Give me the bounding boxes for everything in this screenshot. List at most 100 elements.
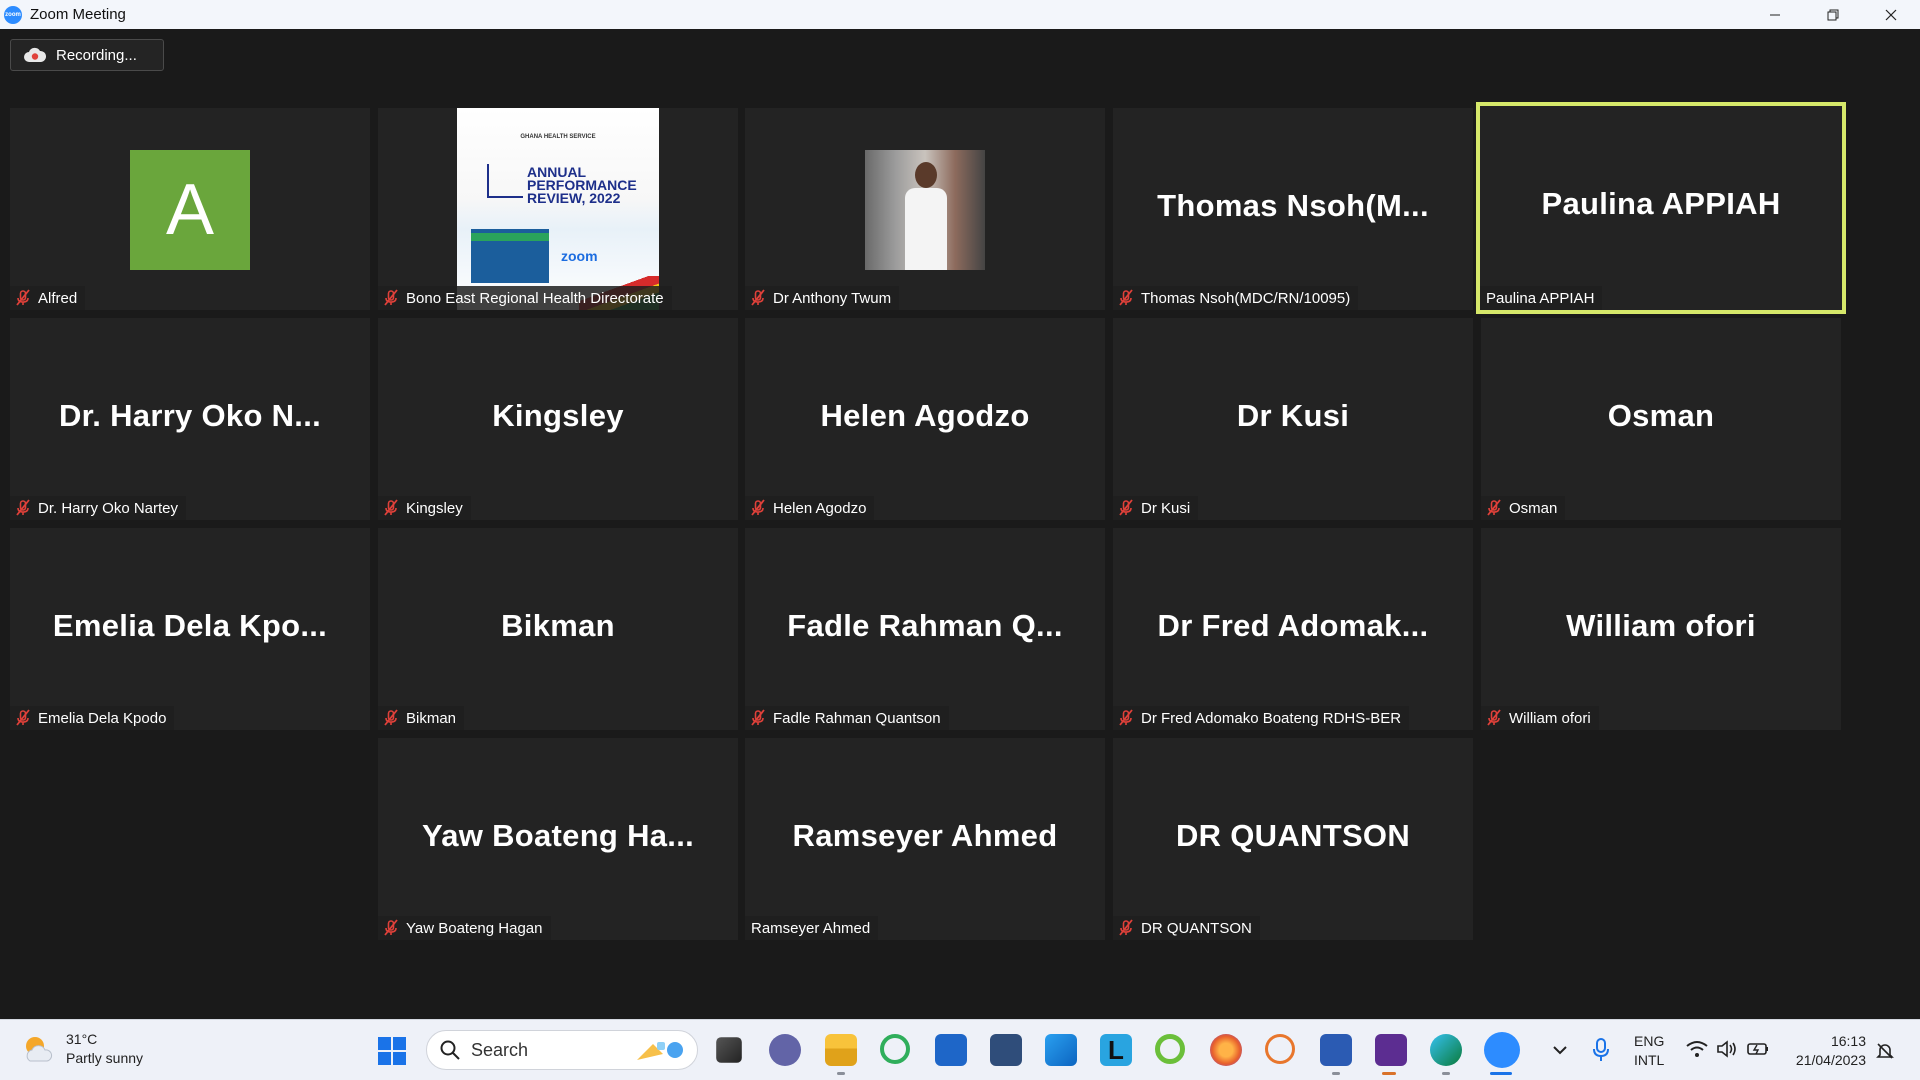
muted-mic-icon [384,289,398,306]
weather-text: 31°C Partly sunny [66,1030,143,1068]
participant-name-label: Ramseyer Ahmed [745,916,879,940]
participant-name: Bikman [406,709,457,727]
participant-name-label: Yaw Boateng Hagan [378,916,551,940]
participant-tile[interactable]: Osman Osman [1481,318,1841,520]
participant-display-name: Yaw Boateng Ha... [421,818,695,853]
notification-bell-icon[interactable] [1876,1042,1894,1060]
participant-tile[interactable]: Dr Anthony Twum [745,108,1105,310]
participant-display-name: DR QUANTSON [1175,818,1411,853]
visual-studio-icon[interactable] [1375,1034,1407,1066]
blender-icon[interactable] [1265,1034,1295,1064]
participant-tile-active-speaker[interactable]: Paulina APPIAH Paulina APPIAH [1476,102,1846,314]
app-running-indicator [1382,1072,1396,1075]
participant-name-label: Kingsley [378,496,471,520]
muted-mic-icon [751,709,765,726]
word-icon[interactable] [1320,1034,1352,1066]
participant-tile[interactable]: Ramseyer Ahmed Ramseyer Ahmed [745,738,1105,940]
taskbar: 31°C Partly sunny Search L ENG INTL 16:1… [0,1019,1920,1080]
person-graphic [905,162,947,270]
muted-mic-icon [1487,499,1501,516]
participant-display-name: Paulina APPIAH [1541,186,1781,221]
participant-tile[interactable]: Dr. Harry Oko N... Dr. Harry Oko Nartey [10,318,370,520]
task-view-icon[interactable] [716,1037,742,1063]
minimize-button[interactable] [1746,0,1804,29]
poster-org: GHANA HEALTH SERVICE [520,134,596,140]
file-explorer-icon[interactable] [825,1034,857,1066]
cloud-recording-icon [24,47,47,63]
participant-display-name: Thomas Nsoh(M... [1157,188,1429,223]
participant-tile[interactable]: DR QUANTSON DR QUANTSON [1113,738,1473,940]
participant-tile[interactable]: A Alfred [10,108,370,310]
weather-desc: Partly sunny [66,1050,144,1066]
mysql-workbench-icon[interactable] [990,1034,1022,1066]
poster-zoom-logo: zoom [561,248,598,264]
participant-display-name: Dr. Harry Oko N... [58,398,322,433]
partly-sunny-icon [20,1031,56,1067]
participant-tile[interactable]: Thomas Nsoh(M... Thomas Nsoh(MDC/RN/1009… [1113,108,1473,310]
recording-label: Recording... [56,46,137,64]
poster-heading: ANNUAL PERFORMANCE REVIEW, 2022 [527,165,637,205]
participant-tile[interactable]: GHANA HEALTH SERVICE ANNUAL PERFORMANCE … [378,108,738,310]
participant-name-label: Helen Agodzo [745,496,875,520]
participant-name: Alfred [38,289,78,307]
participant-name: William ofori [1509,709,1591,727]
edge-icon[interactable] [1430,1034,1462,1066]
vscode-icon[interactable] [1045,1034,1077,1066]
refresh-app-icon[interactable] [880,1034,910,1064]
chat-icon[interactable] [769,1034,801,1066]
participant-tile[interactable]: Dr Fred Adomak... Dr Fred Adomako Boaten… [1113,528,1473,730]
participant-tile[interactable]: William ofori William ofori [1481,528,1841,730]
weather-widget[interactable]: 31°C Partly sunny [20,1030,143,1068]
participant-tile[interactable]: Yaw Boateng Ha... Yaw Boateng Hagan [378,738,738,940]
restore-button[interactable] [1804,0,1862,29]
close-icon [1885,9,1897,20]
muted-mic-icon [751,499,765,516]
zoom-taskbar-icon[interactable] [1484,1032,1520,1068]
close-button[interactable] [1862,0,1920,29]
l-app-icon[interactable]: L [1100,1034,1132,1066]
minimize-icon [1770,14,1780,15]
battery-charging-icon[interactable] [1746,1040,1770,1058]
language-indicator[interactable]: ENG INTL [1634,1032,1664,1070]
microphone-icon[interactable] [1592,1038,1610,1062]
store-icon[interactable] [935,1034,967,1066]
window-controls [1746,0,1920,29]
chart-graphic-icon [487,164,523,198]
wifi-icon[interactable] [1686,1040,1708,1058]
participant-name-label: Dr Anthony Twum [745,286,900,310]
qlik-icon[interactable] [1155,1034,1185,1064]
volume-icon[interactable] [1716,1040,1738,1058]
recording-indicator[interactable]: Recording... [10,39,164,71]
participant-tile[interactable]: Emelia Dela Kpo... Emelia Dela Kpodo [10,528,370,730]
lang-line: ENG [1634,1033,1665,1049]
chevron-up-icon[interactable] [1552,1042,1568,1058]
taskbar-search[interactable]: Search [426,1030,698,1070]
poster-stripe [471,233,549,241]
window-title: Zoom Meeting [30,6,126,23]
participant-name: Kingsley [406,499,463,517]
participant-name-label: Osman [1481,496,1566,520]
participant-name: Osman [1509,499,1558,517]
participant-tile[interactable]: Fadle Rahman Q... Fadle Rahman Quantson [745,528,1105,730]
participant-name-label: Dr Kusi [1113,496,1199,520]
participant-tile[interactable]: Bikman Bikman [378,528,738,730]
firefox-icon[interactable] [1210,1034,1242,1066]
search-highlight-icon [637,1042,683,1060]
windows-logo-icon [378,1037,406,1065]
participant-display-name: Kingsley [492,398,624,433]
participant-name: Ramseyer Ahmed [751,919,871,937]
muted-mic-icon [16,499,30,516]
start-button[interactable] [377,1036,407,1066]
muted-mic-icon [16,709,30,726]
participant-tile[interactable]: Dr Kusi Dr Kusi [1113,318,1473,520]
participant-name: Helen Agodzo [773,499,867,517]
participant-tile[interactable]: Kingsley Kingsley [378,318,738,520]
participant-name-label: Paulina APPIAH [1480,286,1603,310]
participant-name-label: DR QUANTSON [1113,916,1260,940]
muted-mic-icon [751,289,765,306]
clock[interactable]: 16:13 21/04/2023 [1786,1032,1866,1070]
participant-name: Bono East Regional Health Directorate [406,289,664,307]
participant-tile[interactable]: Helen Agodzo Helen Agodzo [745,318,1105,520]
participant-name: Dr Anthony Twum [773,289,892,307]
muted-mic-icon [1119,499,1133,516]
